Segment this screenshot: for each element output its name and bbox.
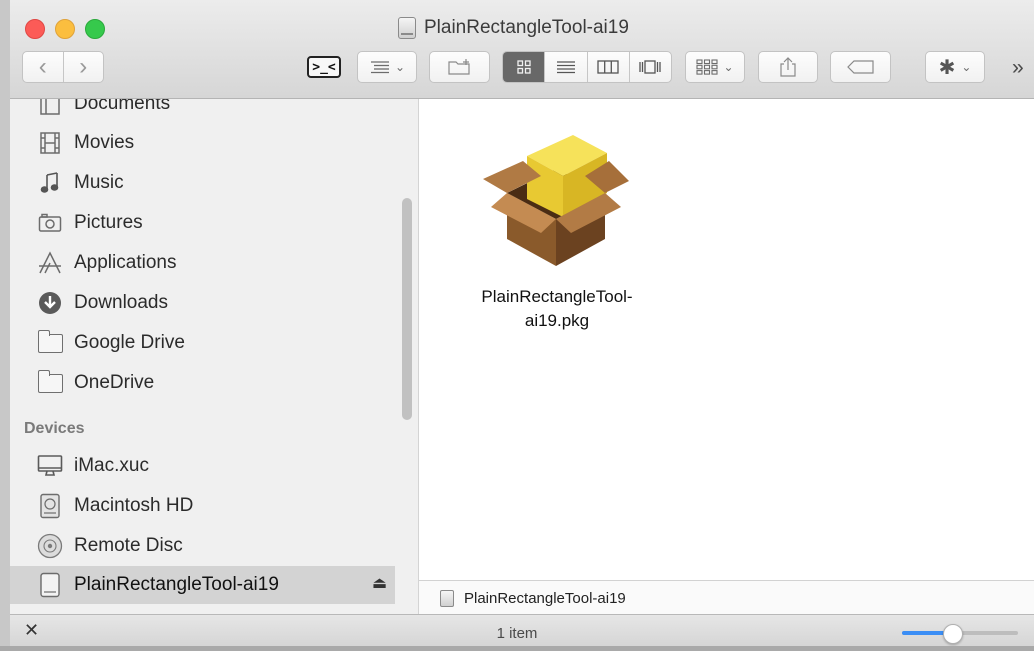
sidebar-item-label: Macintosh HD <box>74 495 194 516</box>
folder-icon <box>36 369 64 397</box>
window-toolbar: PlainRectangleTool-ai19 ‹ › >_< ⌄ ⌄ ✱ ⌄ … <box>10 0 1034 99</box>
arrange-dropdown[interactable]: ⌄ <box>685 51 745 83</box>
chevron-down-icon: ⌄ <box>394 60 406 74</box>
sidebar-item-label: Remote Disc <box>74 535 183 556</box>
sidebar-item-label: Pictures <box>74 212 143 233</box>
sidebar-item-google-drive[interactable]: Google Drive <box>10 324 395 362</box>
cover-flow-button[interactable] <box>630 52 671 82</box>
sidebar-item-label: Applications <box>74 252 177 273</box>
list-view-button[interactable] <box>545 52 588 82</box>
sidebar-item-macintosh-hd[interactable]: Macintosh HD <box>10 487 395 525</box>
toolbar-overflow-button[interactable]: » <box>1012 56 1024 80</box>
path-bar-item[interactable]: PlainRectangleTool-ai19 <box>464 590 626 607</box>
file-name-label: PlainRectangleTool- ai19.pkg <box>449 285 665 333</box>
sidebar-item-plainrectangletool[interactable]: PlainRectangleTool-ai19 <box>10 566 395 604</box>
sidebar-item-label: PlainRectangleTool-ai19 <box>74 574 279 595</box>
file-name-line2: ai19.pkg <box>524 311 590 330</box>
sidebar-item-movies[interactable]: Movies <box>10 124 395 162</box>
share-icon <box>780 57 796 77</box>
imac-icon <box>36 452 64 480</box>
arrange-grid-icon <box>696 59 719 75</box>
hard-disk-icon <box>36 492 64 520</box>
pictures-icon <box>36 209 64 237</box>
minimize-window-button[interactable] <box>55 19 75 39</box>
sidebar-item-onedrive[interactable]: OneDrive <box>10 364 395 402</box>
back-forward-control: ‹ › <box>22 51 104 83</box>
action-dropdown[interactable]: ✱ ⌄ <box>925 51 985 83</box>
back-button[interactable]: ‹ <box>23 52 64 82</box>
window-title-text: PlainRectangleTool-ai19 <box>424 17 629 38</box>
folder-icon <box>36 329 64 357</box>
remote-disc-icon <box>36 532 64 560</box>
list-options-icon <box>370 61 389 74</box>
applications-icon <box>36 249 64 277</box>
edit-tags-button[interactable] <box>830 51 891 83</box>
terminal-icon: >_< <box>307 56 341 78</box>
open-terminal-button[interactable]: >_< <box>307 56 341 78</box>
window-title: PlainRectangleTool-ai19 <box>398 16 629 40</box>
icon-view-icon <box>516 60 531 74</box>
devices-section-header: Devices <box>24 420 85 437</box>
sidebar-item-applications[interactable]: Applications <box>10 244 395 282</box>
movies-icon <box>36 129 64 157</box>
sidebar-item-label: Documents <box>74 99 171 114</box>
cover-flow-icon <box>639 60 662 74</box>
file-name-line1: PlainRectangleTool- <box>481 287 633 306</box>
music-icon <box>36 169 64 197</box>
sidebar-item-pictures[interactable]: Pictures <box>10 204 395 242</box>
path-bar: PlainRectangleTool-ai19 <box>419 580 1034 615</box>
downloads-icon <box>36 289 64 317</box>
sidebar-item-downloads[interactable]: Downloads <box>10 284 395 322</box>
window-frame-bottom <box>0 646 1034 651</box>
file-browser-content: PlainRectangleTool- ai19.pkg <box>419 99 1034 580</box>
new-folder-button[interactable] <box>429 51 490 83</box>
package-icon <box>483 135 629 266</box>
new-folder-icon <box>447 59 470 75</box>
sidebar-item-imac[interactable]: iMac.xuc <box>10 447 395 485</box>
eject-icon[interactable]: ⏏ <box>372 573 387 593</box>
list-view-icon <box>556 61 575 74</box>
window-frame-left <box>0 0 10 651</box>
share-button[interactable] <box>758 51 818 83</box>
chevron-down-icon: ⌄ <box>723 60 734 74</box>
chevron-left-icon: ‹ <box>38 53 47 80</box>
disk-image-icon <box>398 17 416 39</box>
close-window-button[interactable] <box>25 19 45 39</box>
sidebar: Documents Movies Music Pictures Applicat… <box>10 99 419 614</box>
forward-button[interactable]: › <box>64 52 104 82</box>
disk-image-icon <box>36 571 64 599</box>
icon-view-button[interactable] <box>503 52 546 82</box>
sidebar-item-label: OneDrive <box>74 372 155 393</box>
column-view-icon <box>597 60 619 74</box>
disk-image-icon <box>440 589 454 607</box>
sidebar-item-label: Movies <box>74 132 135 153</box>
sidebar-item-label: Music <box>74 172 124 193</box>
fullscreen-window-button[interactable] <box>85 19 105 39</box>
sidebar-item-label: Google Drive <box>74 332 185 353</box>
sidebar-item-documents[interactable]: Documents <box>10 99 395 123</box>
chevron-down-icon: ⌄ <box>961 60 972 74</box>
chevron-right-icon: › <box>79 53 88 80</box>
sidebar-item-remote-disc[interactable]: Remote Disc <box>10 527 395 565</box>
view-mode-control <box>502 51 672 83</box>
sidebar-item-music[interactable]: Music <box>10 164 395 202</box>
tag-icon <box>846 60 874 74</box>
sidebar-item-label: iMac.xuc <box>74 455 149 476</box>
sidebar-scrollbar[interactable] <box>402 198 412 420</box>
gear-icon: ✱ <box>938 56 956 79</box>
list-options-dropdown[interactable]: ⌄ <box>357 51 417 83</box>
item-count-label: 1 item <box>496 625 538 642</box>
sidebar-item-label: Downloads <box>74 292 168 313</box>
column-view-button[interactable] <box>588 52 630 82</box>
documents-icon <box>36 99 64 118</box>
